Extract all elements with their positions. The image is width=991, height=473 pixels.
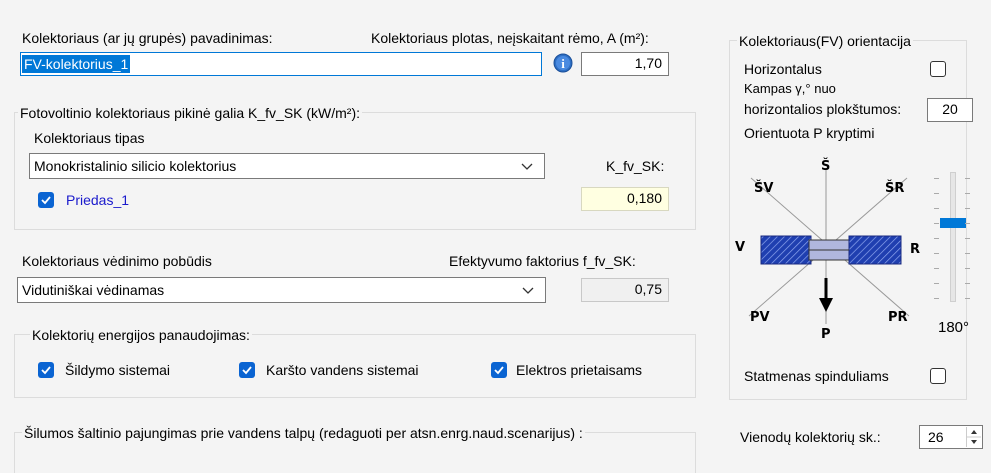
count-label: Vienodų kolektorių sk.: <box>740 429 881 445</box>
count-spin[interactable] <box>966 427 981 447</box>
slider-tick <box>934 298 939 299</box>
slider-ticks <box>932 170 972 305</box>
check-icon <box>41 196 51 205</box>
slider-tick <box>965 268 970 269</box>
efficiency-value: 0,75 <box>581 278 669 302</box>
heating-system-checkbox[interactable] <box>38 362 54 378</box>
k-fv-sk-label: K_fv_SK: <box>606 158 665 174</box>
collector-type-value: Monokristalinio silicio kolektorius <box>34 158 237 174</box>
perpendicular-label: Statmenas spinduliams <box>744 368 889 384</box>
hot-water-label: Karšto vandens sistemai <box>266 362 419 378</box>
collector-type-label: Kolektoriaus tipas <box>34 130 145 146</box>
direction-label: Orientuota P kryptimi <box>744 125 875 141</box>
angle-label-line1: Kampas γ,° nuo <box>744 81 836 96</box>
slider-tick <box>965 283 970 284</box>
spin-arrows-icon <box>967 430 981 444</box>
slider-tick <box>965 178 970 179</box>
efficiency-label: Efektyvumo faktorius f_fv_SK: <box>449 253 636 269</box>
slider-tick <box>965 253 970 254</box>
slider-tick <box>965 208 970 209</box>
slider-tick <box>934 178 939 179</box>
electrical-appliances-label: Elektros prietaisams <box>516 362 643 378</box>
collector-name-input[interactable]: FV-kolektorius_1 <box>20 52 542 76</box>
slider-tick <box>965 238 970 239</box>
slider-value: 180° <box>938 319 970 336</box>
ventilation-select[interactable]: Vidutiniškai vėdinamas <box>17 277 546 303</box>
orientation-group-label: Kolektoriaus(FV) orientacija <box>737 32 913 50</box>
compass-label-nw: ŠV <box>754 181 774 196</box>
angle-input[interactable]: 20 <box>927 98 973 122</box>
ventilation-value: Vidutiniškai vėdinamas <box>22 282 165 298</box>
south-arrow-icon <box>819 298 833 312</box>
collector-name-label: Kolektoriaus (ar jų grupės) pavadinimas: <box>22 30 273 46</box>
chevron-down-icon <box>522 287 534 294</box>
collector-right-panel <box>848 235 902 265</box>
compass-label-s: P <box>821 327 831 342</box>
orientation-slider[interactable] <box>932 170 972 305</box>
chevron-down-icon <box>521 163 533 170</box>
heating-system-label: Šildymo sistemai <box>65 362 171 378</box>
hot-water-checkbox[interactable] <box>239 362 255 378</box>
count-value: 26 <box>928 429 944 445</box>
horizontal-label: Horizontalus <box>744 61 822 77</box>
electrical-appliances-checkbox[interactable] <box>491 362 507 378</box>
perpendicular-checkbox[interactable] <box>930 368 946 384</box>
svg-text:i: i <box>561 56 565 71</box>
horizontal-checkbox[interactable] <box>930 61 946 77</box>
compass-label-sw: PV <box>750 310 770 325</box>
check-icon <box>494 366 504 375</box>
k-fv-sk-value: 0,180 <box>581 187 669 211</box>
collector-type-select[interactable]: Monokristalinio silicio kolektorius <box>29 153 545 179</box>
check-icon <box>242 366 252 375</box>
slider-tick <box>965 298 970 299</box>
slider-tick <box>934 268 939 269</box>
collector-name-value: FV-kolektorius_1 <box>22 55 131 73</box>
collector-left-panel <box>760 235 812 265</box>
check-icon <box>41 366 51 375</box>
slider-tick <box>934 238 939 239</box>
slider-tick <box>934 193 939 194</box>
addon-link[interactable]: Priedas_1 <box>66 191 129 209</box>
slider-tick <box>934 223 939 224</box>
angle-label-line2: horizontalios plokštumos: <box>744 101 902 117</box>
count-stepper[interactable]: 26 <box>919 425 983 449</box>
addon-checkbox[interactable] <box>38 192 54 208</box>
collector-area-label: Kolektoriaus plotas, neįskaitant rėmo, A… <box>371 30 649 46</box>
info-icon[interactable]: i <box>553 53 573 73</box>
slider-tick <box>934 208 939 209</box>
compass-label-se: PR <box>888 310 908 325</box>
compass-label-e: R <box>910 242 921 257</box>
heat-source-group-label: Šilumos šaltinio pajungimas prie vandens… <box>22 424 585 442</box>
slider-tick <box>934 283 939 284</box>
ventilation-label: Kolektoriaus vėdinimo pobūdis <box>22 253 212 269</box>
collector-area-input[interactable]: 1,70 <box>581 52 669 76</box>
compass-label-ne: ŠR <box>885 181 905 196</box>
energy-use-group-label: Kolektorių energijos panaudojimas: <box>30 326 252 344</box>
slider-tick <box>965 223 970 224</box>
compass-label-n: Š <box>821 159 831 174</box>
peak-power-group-label: Fotovoltinio kolektoriaus pikinė galia K… <box>18 104 363 122</box>
slider-tick <box>934 253 939 254</box>
compass-label-w: V <box>735 240 746 255</box>
slider-tick <box>965 193 970 194</box>
